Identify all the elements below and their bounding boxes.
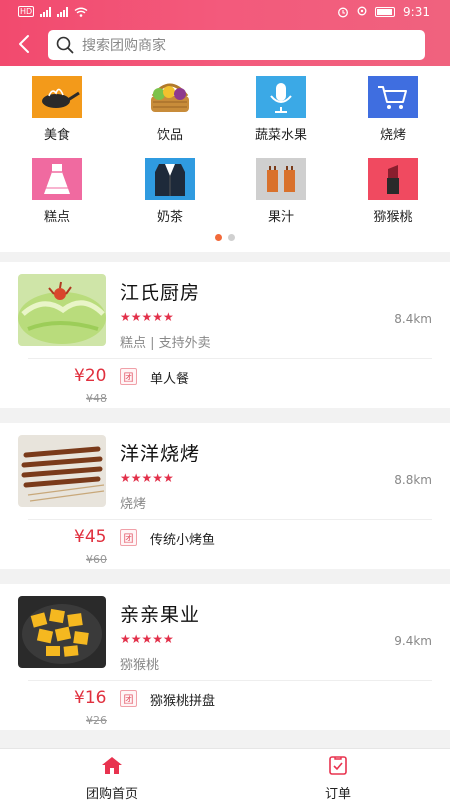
category-label: 奶茶 [156,210,183,225]
shop-description: 烧烤 [120,497,147,512]
shop-distance: 9.4km [394,634,432,648]
tab-orders[interactable]: 订单 [278,755,398,800]
header-bar: HD 9:31 搜索团购商家 [0,0,450,66]
shop-name: 洋洋烧烤 [120,443,201,465]
shop-card[interactable]: 洋洋烧烤 ★★★★★ 8.8km 烧烤 ¥45 ¥60 团 传统小烤鱼 [0,423,450,569]
deal-name[interactable]: 传统小烤鱼 [150,529,215,548]
category-drinks[interactable]: 饮品 [125,76,215,143]
status-bar: HD 9:31 [0,0,450,26]
category-label: 饮品 [156,128,183,143]
fruit-basket-icon [145,76,195,118]
category-label: 烧烤 [379,128,406,143]
group-buy-badge: 团 [120,368,137,385]
shop-description: 猕猴桃 [120,658,160,673]
category-label: 猕猴桃 [373,210,413,225]
shop-thumbnail [18,596,106,668]
lipstick-icon [368,158,418,200]
category-grid: 美食 饮品 蔬菜水果 烧烤 糕点 奶茶 果汁 猕猴桃 [0,66,450,252]
page-dot-active[interactable] [215,234,222,241]
search-placeholder: 搜索团购商家 [82,38,166,54]
shop-name: 江氏厨房 [120,282,201,304]
original-price: ¥48 [86,392,107,405]
shop-name: 亲亲果业 [120,604,201,626]
original-price: ¥60 [86,553,107,566]
category-bbq[interactable]: 烧烤 [348,76,438,143]
battery-icon [375,7,396,17]
shopping-cart-icon [368,76,418,118]
shop-description: 糕点 | 支持外卖 [120,336,211,351]
category-food[interactable]: 美食 [12,76,102,143]
category-vegetables-fruits[interactable]: 蔬菜水果 [236,76,326,143]
tab-group-buy-home[interactable]: 团购首页 [52,755,172,800]
home-icon [102,757,122,774]
signal-icon [40,6,52,17]
category-juice[interactable]: 果汁 [236,158,326,225]
alarm-icon [338,7,348,18]
order-clipboard-icon [329,756,347,775]
original-price: ¥26 [86,714,107,727]
signal-icon-2 [57,6,69,17]
deal-price: ¥16 [74,688,107,708]
vest-icon [256,158,306,200]
search-input[interactable]: 搜索团购商家 [48,30,425,60]
shop-distance: 8.8km [394,473,432,487]
group-buy-badge: 团 [120,690,137,707]
divider [28,680,432,681]
star-rating: ★★★★★ [120,632,174,646]
tab-label: 团购首页 [85,787,138,800]
dress-icon [32,158,82,200]
shop-distance: 8.4km [394,312,432,326]
status-time: 9:31 [403,5,430,19]
page-dot[interactable] [228,234,235,241]
divider [28,358,432,359]
wok-cooking-icon [32,76,82,118]
wifi-icon [74,7,88,17]
shop-card[interactable]: 江氏厨房 ★★★★★ 8.4km 糕点 | 支持外卖 ¥20 ¥48 团 单人餐 [0,262,450,408]
deal-price: ¥45 [74,527,107,547]
star-rating: ★★★★★ [120,310,174,324]
category-label: 果汁 [267,210,294,225]
divider [28,519,432,520]
shop-card[interactable]: 亲亲果业 ★★★★★ 9.4km 猕猴桃 ¥16 ¥26 团 猕猴桃拼盘 [0,584,450,730]
deal-name[interactable]: 单人餐 [150,368,189,387]
category-label: 蔬菜水果 [254,128,307,143]
bottom-nav: 团购首页 订单 [0,748,450,800]
back-arrow-icon[interactable] [14,33,36,55]
category-milk-tea[interactable]: 奶茶 [125,158,215,225]
suit-icon [145,158,195,200]
deal-price: ¥20 [74,366,107,386]
hd-badge: HD [18,6,35,17]
shop-thumbnail [18,435,106,507]
search-icon [56,36,74,54]
category-label: 美食 [43,128,70,143]
group-buy-badge: 团 [120,529,137,546]
category-kiwi[interactable]: 猕猴桃 [348,158,438,225]
category-label: 糕点 [43,210,70,225]
page-indicator [0,234,450,241]
microphone-icon [256,76,306,118]
star-rating: ★★★★★ [120,471,174,485]
category-pastry[interactable]: 糕点 [12,158,102,225]
deal-name[interactable]: 猕猴桃拼盘 [150,690,215,709]
tab-label: 订单 [324,787,351,800]
location-icon [357,6,367,16]
shop-thumbnail [18,274,106,346]
